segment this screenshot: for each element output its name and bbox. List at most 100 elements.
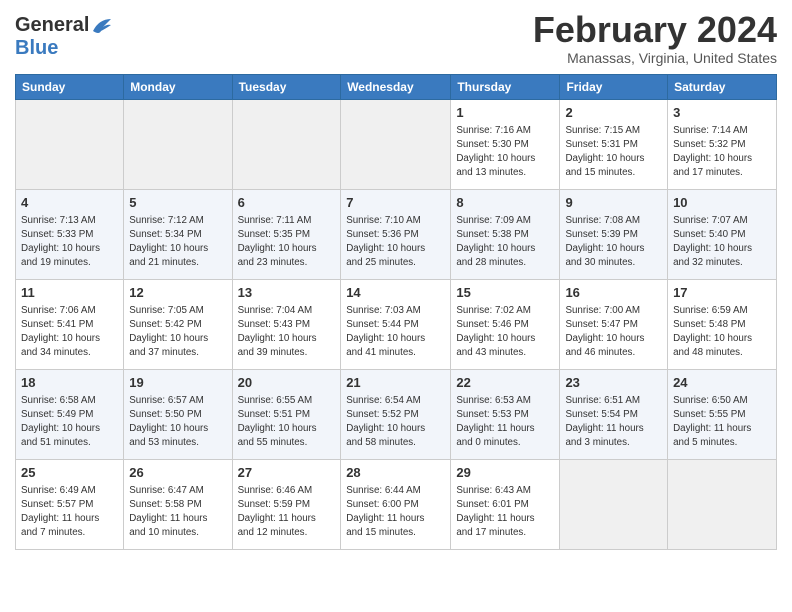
day-info: Sunrise: 6:54 AMSunset: 5:52 PMDaylight:…	[346, 394, 445, 451]
day-number: 8	[456, 194, 554, 212]
calendar-week-row: 18 Sunrise: 6:58 AMSunset: 5:49 PMDayligh…	[16, 369, 777, 459]
day-number: 23	[565, 374, 662, 392]
day-number: 22	[456, 374, 554, 392]
day-info: Sunrise: 6:50 AMSunset: 5:55 PMDaylight:…	[673, 394, 771, 451]
day-number: 1	[456, 104, 554, 122]
calendar-day-cell: 9Sunrise: 7:08 AMSunset: 5:39 PMDaylight…	[560, 189, 668, 279]
weekday-header-cell: Saturday	[668, 74, 777, 99]
calendar-day-cell	[232, 99, 341, 189]
day-number: 13	[238, 284, 336, 302]
weekday-header-cell: Monday	[124, 74, 232, 99]
day-number: 10	[673, 194, 771, 212]
day-number: 16	[565, 284, 662, 302]
calendar-day-cell: 26Sunrise: 6:47 AMSunset: 5:58 PMDayligh…	[124, 459, 232, 549]
location-title: Manassas, Virginia, United States	[533, 50, 777, 66]
day-info: Sunrise: 7:04 AMSunset: 5:43 PMDaylight:…	[238, 304, 336, 361]
weekday-header-cell: Thursday	[451, 74, 560, 99]
day-number: 19	[129, 374, 226, 392]
day-info: Sunrise: 7:02 AMSunset: 5:46 PMDaylight:…	[456, 304, 554, 361]
day-info: Sunrise: 7:06 AMSunset: 5:41 PMDaylight:…	[21, 304, 118, 361]
day-info: Sunrise: 6:55 AMSunset: 5:51 PMDaylight:…	[238, 394, 336, 451]
day-number: 12	[129, 284, 226, 302]
weekday-header-cell: Sunday	[16, 74, 124, 99]
logo-bird-icon	[91, 17, 113, 35]
calendar-day-cell: 23 Sunrise: 6:51 AMSunset: 5:54 PMDayligh…	[560, 369, 668, 459]
day-info: Sunrise: 7:13 AMSunset: 5:33 PMDaylight:…	[21, 214, 118, 271]
calendar-day-cell: 19 Sunrise: 6:57 AMSunset: 5:50 PMDayligh…	[124, 369, 232, 459]
day-info: Sunrise: 6:59 AMSunset: 5:48 PMDaylight:…	[673, 304, 771, 361]
calendar-day-cell: 13 Sunrise: 7:04 AMSunset: 5:43 PMDayligh…	[232, 279, 341, 369]
logo-blue-text: Blue	[15, 37, 58, 60]
calendar-day-cell: 1 Sunrise: 7:16 AMSunset: 5:30 PMDaylight…	[451, 99, 560, 189]
day-info: Sunrise: 7:12 AMSunset: 5:34 PMDaylight:…	[129, 214, 226, 271]
day-number: 27	[238, 464, 336, 482]
calendar-day-cell: 21 Sunrise: 6:54 AMSunset: 5:52 PMDayligh…	[341, 369, 451, 459]
day-info: Sunrise: 6:58 AMSunset: 5:49 PMDaylight:…	[21, 394, 118, 451]
day-number: 7	[346, 194, 445, 212]
calendar-day-cell: 17Sunrise: 6:59 AMSunset: 5:48 PMDayligh…	[668, 279, 777, 369]
day-info: Sunrise: 7:11 AMSunset: 5:35 PMDaylight:…	[238, 214, 336, 271]
day-info: Sunrise: 6:43 AMSunset: 6:01 PMDaylight:…	[456, 484, 554, 541]
calendar-week-row: 11 Sunrise: 7:06 AMSunset: 5:41 PMDayligh…	[16, 279, 777, 369]
calendar-day-cell	[341, 99, 451, 189]
day-info: Sunrise: 7:16 AMSunset: 5:30 PMDaylight:…	[456, 124, 554, 181]
day-number: 25	[21, 464, 118, 482]
day-number: 18	[21, 374, 118, 392]
calendar-day-cell: 22 Sunrise: 6:53 AMSunset: 5:53 PMDayligh…	[451, 369, 560, 459]
weekday-header-cell: Wednesday	[341, 74, 451, 99]
day-info: Sunrise: 7:03 AMSunset: 5:44 PMDaylight:…	[346, 304, 445, 361]
calendar-day-cell: 12Sunrise: 7:05 AMSunset: 5:42 PMDayligh…	[124, 279, 232, 369]
day-info: Sunrise: 7:08 AMSunset: 5:39 PMDaylight:…	[565, 214, 662, 271]
calendar-table: SundayMondayTuesdayWednesdayThursdayFrid…	[15, 74, 777, 550]
day-info: Sunrise: 7:10 AMSunset: 5:36 PMDaylight:…	[346, 214, 445, 271]
calendar-day-cell: 11 Sunrise: 7:06 AMSunset: 5:41 PMDayligh…	[16, 279, 124, 369]
day-info: Sunrise: 6:51 AMSunset: 5:54 PMDaylight:…	[565, 394, 662, 451]
calendar-day-cell: 25 Sunrise: 6:49 AMSunset: 5:57 PMDayligh…	[16, 459, 124, 549]
calendar-day-cell: 6Sunrise: 7:11 AMSunset: 5:35 PMDaylight…	[232, 189, 341, 279]
calendar-day-cell: 10 Sunrise: 7:07 AMSunset: 5:40 PMDayligh…	[668, 189, 777, 279]
calendar-day-cell: 3 Sunrise: 7:14 AMSunset: 5:32 PMDaylight…	[668, 99, 777, 189]
day-info: Sunrise: 7:15 AMSunset: 5:31 PMDaylight:…	[565, 124, 662, 181]
day-info: Sunrise: 6:46 AMSunset: 5:59 PMDaylight:…	[238, 484, 336, 541]
calendar-day-cell: 2 Sunrise: 7:15 AMSunset: 5:31 PMDaylight…	[560, 99, 668, 189]
title-area: February 2024 Manassas, Virginia, United…	[533, 10, 777, 66]
calendar-day-cell: 27 Sunrise: 6:46 AMSunset: 5:59 PMDayligh…	[232, 459, 341, 549]
calendar-week-row: 4 Sunrise: 7:13 AMSunset: 5:33 PMDaylight…	[16, 189, 777, 279]
logo: General Blue	[15, 14, 113, 60]
day-info: Sunrise: 6:44 AMSunset: 6:00 PMDaylight:…	[346, 484, 445, 541]
calendar-day-cell: 20 Sunrise: 6:55 AMSunset: 5:51 PMDayligh…	[232, 369, 341, 459]
day-number: 4	[21, 194, 118, 212]
day-number: 15	[456, 284, 554, 302]
day-number: 21	[346, 374, 445, 392]
day-number: 20	[238, 374, 336, 392]
day-info: Sunrise: 6:57 AMSunset: 5:50 PMDaylight:…	[129, 394, 226, 451]
calendar-day-cell: 24Sunrise: 6:50 AMSunset: 5:55 PMDayligh…	[668, 369, 777, 459]
day-number: 2	[565, 104, 662, 122]
weekday-header-row: SundayMondayTuesdayWednesdayThursdayFrid…	[16, 74, 777, 99]
calendar-day-cell: 28Sunrise: 6:44 AMSunset: 6:00 PMDayligh…	[341, 459, 451, 549]
day-info: Sunrise: 6:53 AMSunset: 5:53 PMDaylight:…	[456, 394, 554, 451]
calendar-day-cell: 8 Sunrise: 7:09 AMSunset: 5:38 PMDaylight…	[451, 189, 560, 279]
weekday-header-cell: Tuesday	[232, 74, 341, 99]
day-info: Sunrise: 7:07 AMSunset: 5:40 PMDaylight:…	[673, 214, 771, 271]
calendar-day-cell: 7 Sunrise: 7:10 AMSunset: 5:36 PMDaylight…	[341, 189, 451, 279]
calendar-day-cell: 4 Sunrise: 7:13 AMSunset: 5:33 PMDaylight…	[16, 189, 124, 279]
logo-general-text: General	[15, 14, 89, 37]
day-number: 3	[673, 104, 771, 122]
day-info: Sunrise: 6:49 AMSunset: 5:57 PMDaylight:…	[21, 484, 118, 541]
day-number: 5	[129, 194, 226, 212]
day-info: Sunrise: 7:14 AMSunset: 5:32 PMDaylight:…	[673, 124, 771, 181]
calendar-day-cell	[560, 459, 668, 549]
calendar-day-cell: 15 Sunrise: 7:02 AMSunset: 5:46 PMDayligh…	[451, 279, 560, 369]
day-info: Sunrise: 7:00 AMSunset: 5:47 PMDaylight:…	[565, 304, 662, 361]
calendar-week-row: 25 Sunrise: 6:49 AMSunset: 5:57 PMDayligh…	[16, 459, 777, 549]
day-number: 29	[456, 464, 554, 482]
page-header: General Blue February 2024 Manassas, Vir…	[15, 10, 777, 66]
day-number: 11	[21, 284, 118, 302]
calendar-day-cell: 5 Sunrise: 7:12 AMSunset: 5:34 PMDaylight…	[124, 189, 232, 279]
day-info: Sunrise: 7:09 AMSunset: 5:38 PMDaylight:…	[456, 214, 554, 271]
calendar-day-cell	[124, 99, 232, 189]
day-number: 26	[129, 464, 226, 482]
calendar-day-cell	[16, 99, 124, 189]
weekday-header-cell: Friday	[560, 74, 668, 99]
